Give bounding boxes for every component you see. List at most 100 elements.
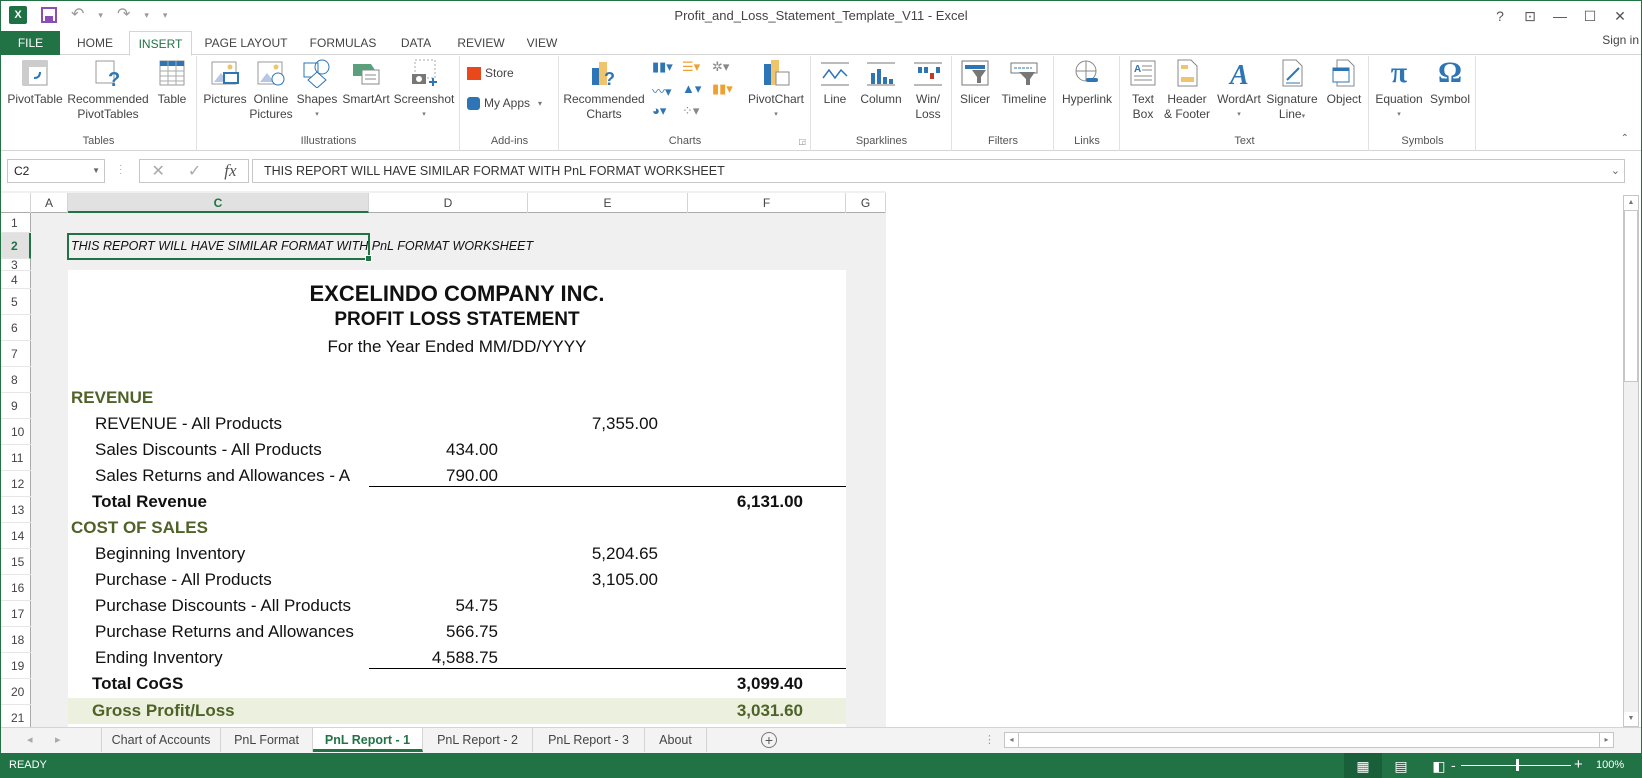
select-all-button[interactable] bbox=[1, 193, 31, 213]
tab-data[interactable]: DATA bbox=[391, 31, 441, 55]
row-header-15[interactable]: 15 bbox=[1, 549, 31, 575]
text-box-button[interactable]: A Text Box bbox=[1125, 58, 1161, 122]
horizontal-scrollbar[interactable]: ◂ ▸ bbox=[1004, 732, 1614, 748]
name-box-dropdown-icon[interactable]: ▼ bbox=[92, 160, 100, 182]
sheet-tab-pnl-report-3[interactable]: PnL Report - 3 bbox=[533, 728, 645, 752]
screenshot-button[interactable]: Screenshot ▾ bbox=[392, 58, 456, 122]
insert-function-icon[interactable]: fx bbox=[224, 161, 236, 181]
row-header-20[interactable]: 20 bbox=[1, 679, 31, 705]
column-header-a[interactable]: A bbox=[31, 193, 68, 213]
tab-formulas[interactable]: FORMULAS bbox=[305, 31, 381, 55]
formula-input[interactable]: THIS REPORT WILL HAVE SIMILAR FORMAT WIT… bbox=[252, 159, 1625, 183]
my-apps-button[interactable]: My Apps ▾ bbox=[467, 96, 542, 110]
pictures-button[interactable]: Pictures bbox=[202, 58, 248, 107]
line-chart-icon[interactable]: 〰▾ bbox=[652, 81, 682, 103]
table-button[interactable]: Table bbox=[151, 58, 193, 107]
sparkline-winloss-button[interactable]: Win/Loss bbox=[908, 58, 948, 122]
slicer-button[interactable]: Slicer bbox=[955, 58, 995, 107]
tab-home[interactable]: HOME bbox=[63, 31, 127, 55]
tab-review[interactable]: REVIEW bbox=[451, 31, 511, 55]
zoom-in-icon[interactable]: + bbox=[1574, 756, 1583, 773]
vertical-scroll-thumb[interactable] bbox=[1624, 210, 1638, 382]
cancel-icon[interactable]: ✕ bbox=[151, 161, 164, 181]
help-icon[interactable]: ? bbox=[1485, 5, 1515, 27]
scatter-chart-icon[interactable]: ⁘▾ bbox=[682, 103, 712, 125]
tab-split-handle[interactable]: ⋮ bbox=[984, 728, 995, 752]
tab-view[interactable]: VIEW bbox=[521, 31, 563, 55]
wordart-button[interactable]: A WordArt ▾ bbox=[1215, 58, 1263, 122]
row-header-9[interactable]: 9 bbox=[1, 393, 31, 419]
close-icon[interactable]: ✕ bbox=[1605, 5, 1635, 27]
ribbon-display-options-icon[interactable]: ⊡ bbox=[1515, 5, 1545, 27]
zoom-out-icon[interactable]: - bbox=[1451, 757, 1456, 773]
row-header-12[interactable]: 12 bbox=[1, 471, 31, 497]
expand-formula-bar-icon[interactable]: ⌄ bbox=[1611, 160, 1620, 182]
sheet-nav-prev-icon[interactable]: ◂ bbox=[27, 728, 33, 752]
row-header-1[interactable]: 1 bbox=[1, 213, 31, 233]
row-header-11[interactable]: 11 bbox=[1, 445, 31, 471]
signature-line-button[interactable]: Signature Line▾ bbox=[1263, 58, 1321, 124]
row-header-13[interactable]: 13 bbox=[1, 497, 31, 523]
collapse-ribbon-icon[interactable]: ⌃ bbox=[1621, 133, 1629, 144]
recommended-pivottables-button[interactable]: ? Recommended PivotTables bbox=[65, 58, 151, 122]
row-header-17[interactable]: 17 bbox=[1, 601, 31, 627]
equation-button[interactable]: π Equation ▾ bbox=[1372, 58, 1426, 122]
new-sheet-icon[interactable]: + bbox=[761, 732, 777, 748]
tab-insert[interactable]: INSERT bbox=[129, 31, 192, 56]
row-header-18[interactable]: 18 bbox=[1, 627, 31, 653]
enter-icon[interactable]: ✓ bbox=[188, 161, 201, 181]
tab-file[interactable]: FILE bbox=[1, 31, 60, 55]
timeline-button[interactable]: Timeline bbox=[995, 58, 1053, 107]
worksheet-empty-area[interactable] bbox=[886, 191, 1621, 727]
vertical-scrollbar[interactable]: ▲ ▼ bbox=[1623, 195, 1639, 727]
sheet-tab-pnl-report-2[interactable]: PnL Report - 2 bbox=[423, 728, 533, 752]
row-header-14[interactable]: 14 bbox=[1, 523, 31, 549]
column-header-e[interactable]: E bbox=[528, 193, 688, 213]
worksheet-grid[interactable]: A C D E F G 1 2 3 4 5 6 7 8 9 10 11 12 13 14 15 16 17 18 1… bbox=[1, 191, 886, 727]
bar-chart-icon[interactable]: ☰▾ bbox=[682, 59, 712, 81]
sheet-tab-pnl-report-1[interactable]: PnL Report - 1 bbox=[313, 728, 423, 752]
radar-chart-icon[interactable]: ✲▾ bbox=[712, 59, 742, 81]
store-button[interactable]: Store bbox=[467, 66, 514, 80]
column-header-d[interactable]: D bbox=[369, 193, 528, 213]
pivottable-button[interactable]: PivotTable bbox=[7, 58, 63, 107]
column-header-c[interactable]: C bbox=[68, 193, 369, 213]
recommended-charts-button[interactable]: ? Recommended Charts bbox=[562, 58, 646, 122]
sign-in-link[interactable]: Sign in bbox=[1602, 31, 1639, 49]
tab-page-layout[interactable]: PAGE LAYOUT bbox=[197, 31, 295, 55]
sparkline-line-button[interactable]: Line bbox=[816, 58, 854, 107]
smartart-button[interactable]: SmartArt bbox=[340, 58, 392, 107]
page-layout-view-icon[interactable]: ▤ bbox=[1382, 753, 1420, 778]
pivotchart-button[interactable]: PivotChart ▾ bbox=[744, 58, 808, 122]
row-header-6[interactable]: 6 bbox=[1, 315, 31, 341]
symbol-button[interactable]: Ω Symbol bbox=[1426, 58, 1474, 107]
charts-dialog-launcher-icon[interactable]: ◲ bbox=[798, 137, 806, 146]
sheet-tab-chart-of-accounts[interactable]: Chart of Accounts bbox=[101, 728, 221, 752]
row-header-16[interactable]: 16 bbox=[1, 575, 31, 601]
zoom-level[interactable]: 100% bbox=[1596, 759, 1624, 771]
row-header-21[interactable]: 21 bbox=[1, 705, 31, 727]
sheet-tab-about[interactable]: About bbox=[645, 728, 707, 752]
row-header-2[interactable]: 2 bbox=[1, 233, 31, 259]
object-button[interactable]: Object bbox=[1321, 58, 1367, 107]
normal-view-icon[interactable]: ▦ bbox=[1344, 753, 1382, 778]
scroll-right-icon[interactable]: ▸ bbox=[1599, 733, 1613, 747]
row-header-4[interactable]: 4 bbox=[1, 271, 31, 289]
pie-chart-icon[interactable]: ◕▾ bbox=[652, 103, 682, 125]
minimize-icon[interactable]: — bbox=[1545, 5, 1575, 27]
shapes-button[interactable]: Shapes ▾ bbox=[294, 58, 340, 122]
scroll-up-icon[interactable]: ▲ bbox=[1624, 196, 1638, 210]
combo-chart-icon[interactable]: ▮▮▾ bbox=[712, 81, 742, 103]
row-header-5[interactable]: 5 bbox=[1, 289, 31, 315]
column-header-g[interactable]: G bbox=[846, 193, 886, 213]
row-header-3[interactable]: 3 bbox=[1, 259, 31, 271]
zoom-slider[interactable] bbox=[1461, 759, 1571, 771]
maximize-icon[interactable]: ☐ bbox=[1575, 5, 1605, 27]
scroll-left-icon[interactable]: ◂ bbox=[1005, 733, 1019, 747]
sheet-nav-next-icon[interactable]: ▸ bbox=[55, 728, 61, 752]
sparkline-column-button[interactable]: Column bbox=[856, 58, 906, 107]
row-header-19[interactable]: 19 bbox=[1, 653, 31, 679]
scroll-down-icon[interactable]: ▼ bbox=[1624, 712, 1638, 726]
row-header-8[interactable]: 8 bbox=[1, 367, 31, 393]
column-header-f[interactable]: F bbox=[688, 193, 846, 213]
